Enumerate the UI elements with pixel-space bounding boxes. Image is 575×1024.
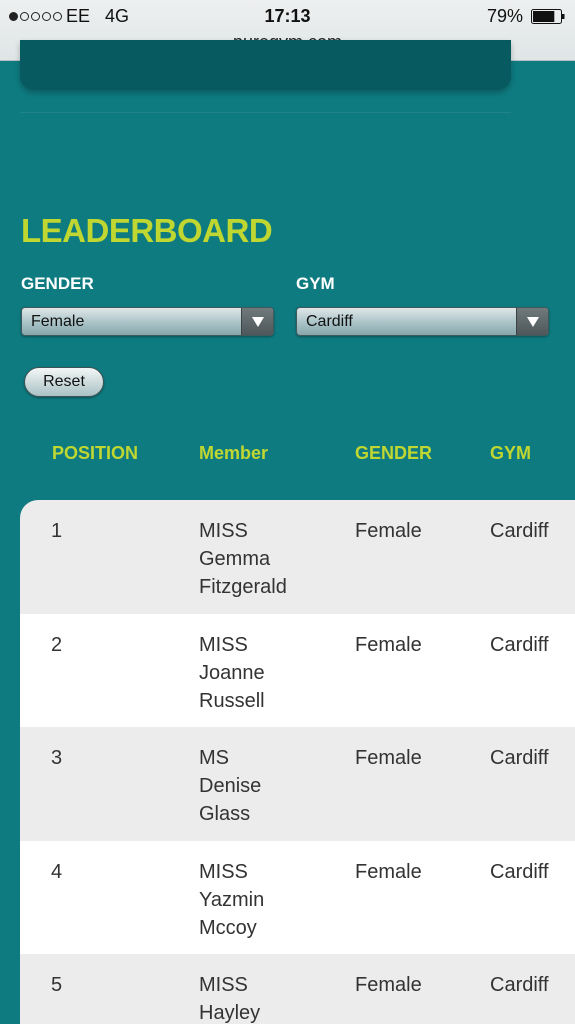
battery-icon xyxy=(531,9,565,24)
member-title: MISS xyxy=(199,860,248,883)
leaderboard-heading: LEADERBOARD xyxy=(21,212,273,249)
triangle-down-icon xyxy=(526,316,539,327)
gender-filter-label: GENDER xyxy=(21,274,94,293)
member-last-name: Fitzgerald xyxy=(199,576,287,598)
gym-cell: Cardiff xyxy=(490,974,549,996)
dropdown-arrow-icon xyxy=(241,308,273,335)
table-row: 3 MS Denise Glass Female Cardiff xyxy=(20,727,575,841)
position-cell: 4 xyxy=(51,860,63,883)
table-row: 1 MISS Gemma Fitzgerald Female Cardiff xyxy=(20,500,575,614)
member-first-name: Yazmin xyxy=(199,888,265,911)
previous-section-card xyxy=(20,40,511,90)
gender-cell: Female xyxy=(355,860,422,883)
member-cell: MISS Joanne Russell xyxy=(199,631,329,715)
position-cell: 2 xyxy=(51,633,63,656)
table-row: 5 MISS Hayley Female Cardiff xyxy=(20,954,575,1024)
member-last-name: Russell xyxy=(199,689,265,712)
member-title: MS xyxy=(199,747,229,769)
member-first-name: Denise xyxy=(199,775,262,797)
gender-select[interactable]: Female xyxy=(21,307,274,336)
gender-cell: Female xyxy=(355,520,422,542)
column-header-gender: GENDER xyxy=(355,443,433,463)
member-cell: MISS Gemma Fitzgerald xyxy=(199,517,329,601)
column-header-gym: GYM xyxy=(490,443,532,463)
gender-cell: Female xyxy=(355,747,422,769)
position-cell: 3 xyxy=(51,747,63,769)
member-cell: MISS Hayley xyxy=(199,971,329,1024)
gym-filter-label: GYM xyxy=(296,274,335,293)
member-cell: MISS Yazmin Mccoy xyxy=(199,858,329,942)
member-last-name: Mccoy xyxy=(199,916,257,939)
reset-button[interactable]: Reset xyxy=(24,367,104,397)
gender-cell: Female xyxy=(355,633,422,656)
table-row: 2 MISS Joanne Russell Female Cardiff xyxy=(20,613,575,727)
member-title: MISS xyxy=(199,633,248,656)
gym-cell: Cardiff xyxy=(490,520,549,542)
position-cell: 5 xyxy=(51,974,63,996)
gym-select[interactable]: Cardiff xyxy=(296,307,549,336)
section-divider xyxy=(20,112,511,113)
member-first-name: Joanne xyxy=(199,661,265,684)
column-header-member: Member xyxy=(199,443,269,463)
dropdown-arrow-icon xyxy=(516,308,548,335)
leaderboard-table: 1 MISS Gemma Fitzgerald Female Cardiff 2… xyxy=(20,500,575,1024)
member-title: MISS xyxy=(199,520,248,542)
position-cell: 1 xyxy=(51,520,63,542)
member-first-name: Gemma xyxy=(199,548,271,570)
member-first-name: Hayley xyxy=(199,1002,261,1024)
gym-cell: Cardiff xyxy=(490,860,549,883)
gym-cell: Cardiff xyxy=(490,633,549,656)
gym-cell: Cardiff xyxy=(490,747,549,769)
gym-select-value: Cardiff xyxy=(306,313,353,330)
gender-cell: Female xyxy=(355,974,422,996)
column-header-position: POSITION xyxy=(52,443,139,463)
gender-select-value: Female xyxy=(31,313,85,330)
member-title: MISS xyxy=(199,974,248,996)
member-cell: MS Denise Glass xyxy=(199,744,329,828)
table-row: 4 MISS Yazmin Mccoy Female Cardiff xyxy=(20,840,575,954)
battery-percentage: 79% xyxy=(486,6,523,26)
member-last-name: Glass xyxy=(199,803,251,825)
triangle-down-icon xyxy=(251,316,264,327)
